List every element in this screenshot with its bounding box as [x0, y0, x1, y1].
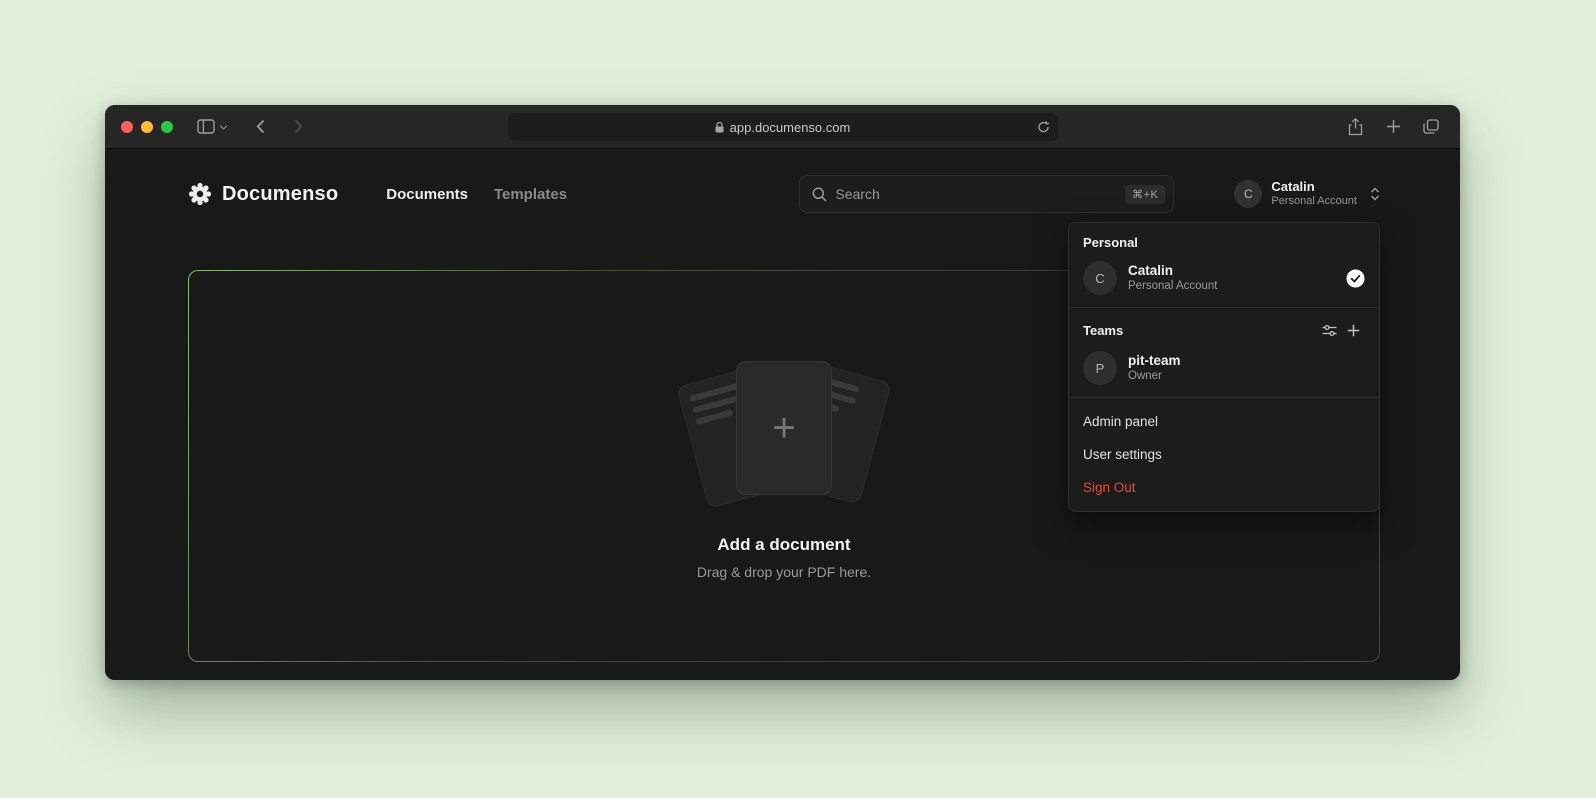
personal-account-name: Catalin [1128, 262, 1335, 280]
personal-account-item[interactable]: C Catalin Personal Account [1083, 261, 1365, 295]
team-settings-icon[interactable] [1317, 320, 1341, 340]
app-content: Documenso Documents Templates ⌘+K C Cata… [105, 149, 1460, 680]
teams-section: Teams P [1069, 308, 1379, 397]
tab-overview-icon[interactable] [1416, 112, 1446, 142]
brand-name: Documenso [222, 183, 338, 206]
forward-icon[interactable] [283, 112, 313, 142]
reload-icon[interactable] [1037, 121, 1050, 134]
menu-item-sign-out[interactable]: Sign Out [1069, 471, 1379, 504]
minimize-window-button[interactable] [141, 121, 153, 133]
account-subtitle: Personal Account [1271, 195, 1357, 209]
address-bar[interactable]: app.documenso.com [508, 113, 1058, 141]
document-card-middle: + [736, 361, 832, 495]
close-window-button[interactable] [121, 121, 133, 133]
brand[interactable]: Documenso [188, 182, 338, 206]
documents-illustration: + [669, 353, 899, 513]
check-circle-icon [1346, 269, 1365, 288]
documenso-logo-icon [188, 182, 212, 206]
teams-heading: Teams [1083, 323, 1317, 338]
menu-item-admin-panel[interactable]: Admin panel [1069, 405, 1379, 438]
toolbar-right-actions [1340, 105, 1446, 148]
create-team-icon[interactable] [1341, 320, 1365, 340]
search-input[interactable] [835, 186, 1117, 202]
main-nav: Documents Templates [386, 186, 567, 203]
team-name: pit-team [1128, 352, 1365, 370]
account-menu-trigger[interactable]: C Catalin Personal Account [1234, 179, 1380, 209]
team-item[interactable]: P pit-team Owner [1083, 351, 1365, 385]
nav-documents[interactable]: Documents [386, 186, 468, 203]
plus-icon: + [772, 408, 795, 448]
search-shortcut-badge: ⌘+K [1125, 185, 1165, 204]
browser-toolbar: app.documenso.com [105, 105, 1460, 149]
app-header: Documenso Documents Templates ⌘+K C Cata… [105, 149, 1460, 215]
share-icon[interactable] [1340, 112, 1370, 142]
zoom-window-button[interactable] [161, 121, 173, 133]
browser-window: app.documenso.com [105, 105, 1460, 680]
search-box[interactable]: ⌘+K [799, 175, 1174, 213]
search-icon [812, 187, 827, 202]
chevron-down-icon[interactable] [215, 112, 231, 142]
lock-icon [715, 122, 724, 133]
traffic-lights [121, 121, 173, 133]
account-name: Catalin [1271, 179, 1357, 195]
menu-item-user-settings[interactable]: User settings [1069, 438, 1379, 471]
url-text: app.documenso.com [730, 120, 851, 135]
dropzone-title: Add a document [717, 535, 850, 555]
team-role: Owner [1128, 369, 1365, 384]
menu-links: Admin panel User settings Sign Out [1069, 398, 1379, 511]
nav-templates[interactable]: Templates [494, 186, 567, 203]
personal-account-subtitle: Personal Account [1128, 279, 1335, 294]
back-icon[interactable] [245, 112, 275, 142]
new-tab-icon[interactable] [1378, 112, 1408, 142]
avatar: P [1083, 351, 1117, 385]
personal-section: Personal C Catalin Personal Account [1069, 223, 1379, 307]
dropzone-subtitle: Drag & drop your PDF here. [697, 564, 871, 580]
avatar: C [1234, 180, 1262, 208]
chevron-up-down-icon [1370, 186, 1380, 202]
avatar: C [1083, 261, 1117, 295]
personal-heading: Personal [1083, 235, 1365, 250]
account-dropdown-menu: Personal C Catalin Personal Account [1068, 222, 1380, 512]
